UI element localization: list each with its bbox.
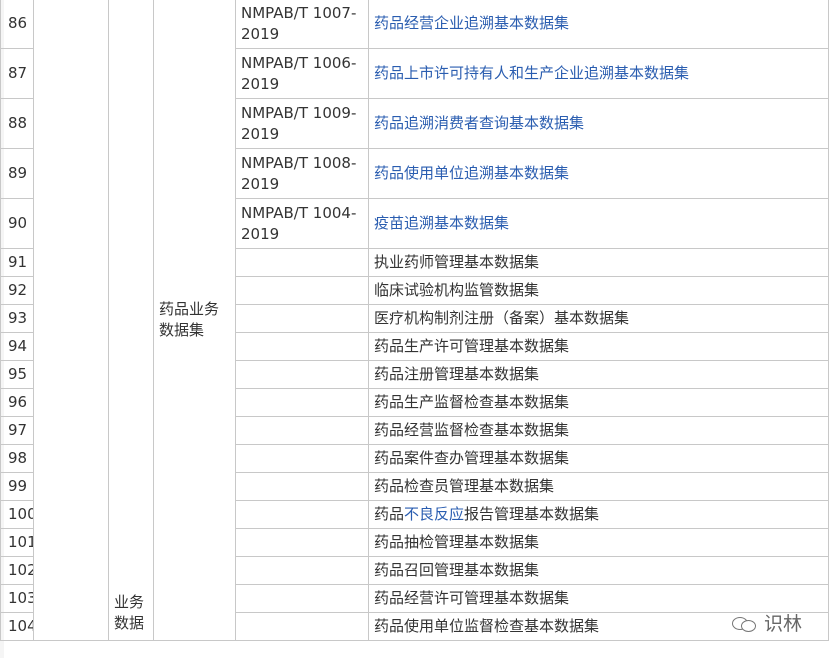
dataset-name[interactable]: 药品经营企业追溯基本数据集 — [368, 0, 829, 49]
standard-code — [235, 248, 369, 277]
dataset-name[interactable]: 疫苗追溯基本数据集 — [368, 198, 829, 249]
row-number: 99 — [0, 472, 34, 501]
row-number: 86 — [0, 0, 34, 49]
highlight-link[interactable]: 不良反应 — [404, 505, 464, 523]
row-number: 93 — [0, 304, 34, 333]
watermark-text: 识林 — [763, 613, 802, 635]
dataset-name[interactable]: 药品使用单位追溯基本数据集 — [368, 148, 829, 199]
row-number: 103 — [0, 584, 34, 613]
dataset-name: 药品注册管理基本数据集 — [368, 360, 829, 389]
standard-code — [235, 388, 369, 417]
dataset-name: 药品案件查办管理基本数据集 — [368, 444, 829, 473]
standard-code — [235, 472, 369, 501]
dataset-name: 药品生产许可管理基本数据集 — [368, 332, 829, 361]
row-number: 88 — [0, 98, 34, 149]
standard-code: NMPAB/T 1007-2019 — [235, 0, 369, 49]
standard-code — [235, 444, 369, 473]
standard-code: NMPAB/T 1009-2019 — [235, 98, 369, 149]
standard-code — [235, 556, 369, 585]
row-number: 92 — [0, 276, 34, 305]
section-label: 业务 数据 — [108, 0, 154, 641]
data-standards-table: 86 业务 数据 药品业务数据集 NMPAB/T 1007-2019 药品经营企业追溯基… — [0, 0, 829, 641]
table-body: 86 业务 数据 药品业务数据集 NMPAB/T 1007-2019 药品经营企业追溯基… — [0, 0, 829, 641]
chat-bubbles-icon — [731, 614, 758, 632]
dataset-name: 医疗机构制剂注册（备案）基本数据集 — [368, 304, 829, 333]
row-number: 90 — [0, 198, 34, 249]
dataset-name[interactable]: 药品上市许可持有人和生产企业追溯基本数据集 — [368, 48, 829, 99]
standard-code: NMPAB/T 1008-2019 — [235, 148, 369, 199]
row-number: 94 — [0, 332, 34, 361]
category-cell — [33, 0, 109, 641]
row-number: 98 — [0, 444, 34, 473]
row-number: 87 — [0, 48, 34, 99]
standard-code — [235, 276, 369, 305]
standard-code — [235, 416, 369, 445]
row-number: 91 — [0, 248, 34, 277]
row-number: 102 — [0, 556, 34, 585]
row-number: 100 — [0, 500, 34, 529]
standard-code: NMPAB/T 1004-2019 — [235, 198, 369, 249]
standard-code: NMPAB/T 1006-2019 — [235, 48, 369, 99]
dataset-name: 药品召回管理基本数据集 — [368, 556, 829, 585]
table-row: 86 业务 数据 药品业务数据集 NMPAB/T 1007-2019 药品经营企业追溯基… — [0, 0, 829, 641]
dataset-name-part: 药品 — [374, 505, 405, 523]
standard-code — [235, 612, 369, 641]
dataset-name: 药品生产监督检查基本数据集 — [368, 388, 829, 417]
row-number: 104 — [0, 612, 34, 641]
standard-code — [235, 528, 369, 557]
dataset-name: 药品不良反应报告管理基本数据集 — [368, 500, 829, 529]
row-number: 95 — [0, 360, 34, 389]
row-number: 89 — [0, 148, 34, 199]
dataset-name: 执业药师管理基本数据集 — [368, 248, 829, 277]
dataset-name: 药品检查员管理基本数据集 — [368, 472, 829, 501]
dataset-name: 药品抽检管理基本数据集 — [368, 528, 829, 557]
subgroup-label: 药品业务数据集 — [153, 0, 236, 641]
standard-code — [235, 584, 369, 613]
row-number: 101 — [0, 528, 34, 557]
dataset-name[interactable]: 药品追溯消费者查询基本数据集 — [368, 98, 829, 149]
watermark: 识林 — [731, 609, 802, 636]
standard-code — [235, 500, 369, 529]
dataset-name: 药品经营监督检查基本数据集 — [368, 416, 829, 445]
dataset-name: 临床试验机构监管数据集 — [368, 276, 829, 305]
standard-code — [235, 332, 369, 361]
dataset-name-part: 报告管理基本数据集 — [464, 505, 600, 523]
row-number: 97 — [0, 416, 34, 445]
standard-code — [235, 304, 369, 333]
row-number: 96 — [0, 388, 34, 417]
standard-code — [235, 360, 369, 389]
